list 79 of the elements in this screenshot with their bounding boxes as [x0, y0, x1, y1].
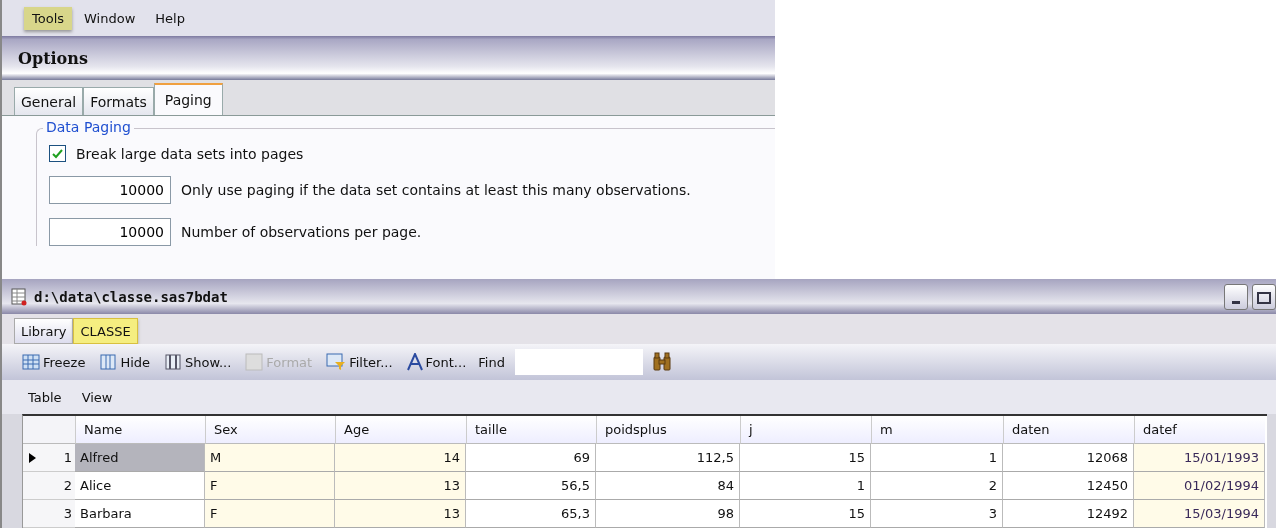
- tab[interactable]: Formats: [83, 87, 154, 115]
- menu-item[interactable]: Help: [147, 6, 193, 30]
- table-cell: 3: [871, 500, 1003, 528]
- table-cell: F: [205, 500, 335, 528]
- window-title: d:\data\classe.sas7bdat: [34, 288, 228, 305]
- column-header[interactable]: m: [871, 416, 1003, 444]
- column-header[interactable]: Name: [75, 416, 205, 444]
- tab[interactable]: General: [14, 87, 84, 115]
- column-header[interactable]: taille: [466, 416, 596, 444]
- table-cell: 15/01/1993: [1134, 444, 1265, 472]
- tab[interactable]: Paging: [153, 83, 223, 115]
- table-cell: M: [205, 444, 335, 472]
- toolbar-button[interactable]: Hide: [97, 351, 153, 373]
- row-pointer-icon: [29, 453, 36, 463]
- toolbar-button[interactable]: Show...: [162, 351, 234, 373]
- tab[interactable]: Library: [14, 318, 74, 344]
- find-label: Find: [478, 354, 505, 370]
- minimize-icon: [1232, 300, 1240, 304]
- maximize-button[interactable]: [1252, 283, 1276, 310]
- checkbox[interactable]: [49, 145, 66, 162]
- number-field[interactable]: 10000: [49, 218, 171, 246]
- table-cell: 15: [740, 500, 871, 528]
- number-field[interactable]: 10000: [49, 176, 171, 204]
- table-cell: 1: [871, 444, 1003, 472]
- minimize-button[interactable]: [1224, 283, 1248, 310]
- menu-item[interactable]: Tools: [24, 6, 73, 30]
- row-header[interactable]: 3: [23, 500, 75, 528]
- table-cell: 15: [740, 444, 871, 472]
- filter-icon: [326, 353, 347, 371]
- table-cell: 12450: [1003, 472, 1134, 500]
- column-header[interactable]: daten: [1003, 416, 1134, 444]
- column-header[interactable]: poidsplus: [596, 416, 740, 444]
- table-cell: 1: [740, 472, 871, 500]
- table-cell: 56,5: [466, 472, 596, 500]
- table-cell: 65,3: [466, 500, 596, 528]
- table-cell: 15/03/1994: [1134, 500, 1265, 528]
- menu-item[interactable]: Window: [76, 6, 144, 30]
- maximize-icon: [1257, 291, 1271, 304]
- table-cell: 12492: [1003, 500, 1134, 528]
- table-icon: [10, 287, 28, 306]
- row-header[interactable]: 2: [23, 472, 75, 500]
- row-header[interactable]: 1: [23, 444, 75, 472]
- menu-item[interactable]: Table: [28, 389, 62, 405]
- column-header[interactable]: j: [740, 416, 871, 444]
- table-cell: Alfred: [75, 444, 205, 472]
- grid-icon: [22, 353, 40, 371]
- toolbar-button[interactable]: Filter...: [324, 351, 395, 373]
- table-cell: 13: [335, 472, 466, 500]
- checkbox-label: Break large data sets into pages: [76, 145, 304, 162]
- column-header[interactable]: Age: [335, 416, 466, 444]
- dialog-title: Options: [2, 36, 775, 80]
- table-cell: 2: [871, 472, 1003, 500]
- column-header[interactable]: Sex: [205, 416, 335, 444]
- binoculars-icon[interactable]: [652, 352, 671, 372]
- columns-icon: [99, 353, 118, 371]
- table-cell: 14: [335, 444, 466, 472]
- table-cell: 98: [596, 500, 740, 528]
- check-icon: [52, 148, 63, 159]
- table-cell: Alice: [75, 472, 205, 500]
- columns-icon: [164, 353, 183, 371]
- find-field[interactable]: [514, 349, 643, 375]
- table-cell: 84: [596, 472, 740, 500]
- table-cell: 01/02/1994: [1134, 472, 1265, 500]
- table-cell: 13: [335, 500, 466, 528]
- table-cell: 112,5: [596, 444, 740, 472]
- toolbar-button[interactable]: Freeze: [20, 351, 88, 373]
- font-icon: [406, 353, 423, 371]
- tab[interactable]: CLASSE: [73, 318, 138, 344]
- column-header[interactable]: datef: [1134, 416, 1265, 444]
- table-cell: 69: [466, 444, 596, 472]
- table-cell: F: [205, 472, 335, 500]
- table-cell: 12068: [1003, 444, 1134, 472]
- field-label: Only use paging if the data set contains at least this many observations.: [181, 182, 691, 198]
- menu-item[interactable]: View: [81, 389, 113, 405]
- table-cell: Barbara: [75, 500, 205, 528]
- field-label: Number of observations per page.: [181, 224, 422, 240]
- format-icon: [245, 353, 264, 371]
- group-title: Data Paging: [43, 119, 134, 135]
- toolbar-button[interactable]: Font...: [404, 351, 469, 373]
